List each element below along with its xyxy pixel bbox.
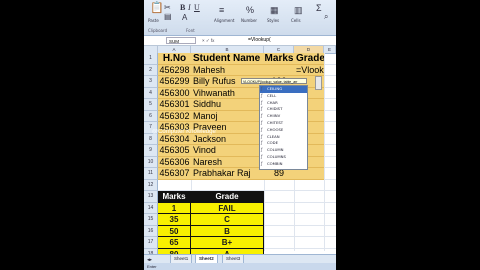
table-cell[interactable]: Siddhu <box>191 99 264 111</box>
grade-cell[interactable]: 1 <box>158 202 191 214</box>
row-header[interactable]: 15 <box>144 214 158 226</box>
table-cell[interactable]: 456301 <box>158 99 191 111</box>
row-header[interactable]: 3 <box>144 76 158 88</box>
row-header[interactable]: 4 <box>144 87 158 99</box>
table-cell[interactable]: 456305 <box>158 145 191 157</box>
function-list-item[interactable]: COLUMNS <box>260 154 307 161</box>
row-header[interactable]: 9 <box>144 145 158 157</box>
underline-icon[interactable]: U <box>194 4 200 12</box>
autosum-icon[interactable]: Σ <box>316 4 322 13</box>
alignment-button[interactable]: Alignment <box>214 18 235 23</box>
function-list-item[interactable]: CHITEST <box>260 120 307 127</box>
function-list-item[interactable]: CHAR <box>260 100 307 107</box>
select-all[interactable] <box>144 46 158 53</box>
function-list-item[interactable]: COMBIN <box>260 161 307 168</box>
function-list-item[interactable]: CHIINV <box>260 113 307 120</box>
fx-buttons[interactable]: × ✓ fx <box>202 36 234 45</box>
grade-cell[interactable]: FAIL <box>191 202 264 214</box>
row-header[interactable]: 17 <box>144 237 158 249</box>
grade-cell[interactable]: 50 <box>158 225 191 237</box>
format-painter-icon[interactable]: ▤ <box>164 13 172 21</box>
function-list-item[interactable]: CELL <box>260 93 307 100</box>
bold-icon[interactable]: B <box>180 4 185 12</box>
table-cell[interactable]: 456307 <box>158 168 191 180</box>
function-tooltip: VLOOKUP(lookup_value, table_arr <box>241 78 307 84</box>
table-cell[interactable]: Naresh <box>191 156 264 168</box>
row-header[interactable]: 11 <box>144 168 158 180</box>
table-cell[interactable]: Jackson <box>191 133 264 145</box>
table-cell[interactable]: Mahesh <box>191 64 264 76</box>
row-header[interactable]: 5 <box>144 99 158 111</box>
function-list-item[interactable]: CHOOSE <box>260 127 307 134</box>
align-icon[interactable]: ≡ <box>219 6 224 15</box>
table-cell[interactable]: 456299 <box>158 76 191 88</box>
formula-bar: SUM × ✓ fx =Vlookup( <box>144 36 336 46</box>
row-header[interactable]: 14 <box>144 202 158 214</box>
cells-icon[interactable]: ▥ <box>294 6 303 15</box>
cut-icon[interactable]: ✂ <box>164 4 171 12</box>
grade-cell[interactable]: 35 <box>158 214 191 226</box>
grade-cell[interactable]: 65 <box>158 237 191 249</box>
formula-input[interactable]: =Vlookup( <box>248 36 271 45</box>
table-cell[interactable]: =Vlookup( <box>294 64 324 76</box>
function-list-item[interactable]: CEILING <box>260 86 307 93</box>
group-clipboard: Clipboard <box>148 28 168 33</box>
styles-icon[interactable]: ▦ <box>270 6 279 15</box>
grade-cell[interactable]: C <box>191 214 264 226</box>
table-cell[interactable]: Vihwanath <box>191 87 264 99</box>
table-cell[interactable]: 456300 <box>158 87 191 99</box>
name-box[interactable]: SUM <box>166 37 196 44</box>
row-header[interactable]: 2 <box>144 64 158 76</box>
row-header[interactable]: 10 <box>144 156 158 168</box>
table-cell[interactable]: Manoj <box>191 110 264 122</box>
function-list-item[interactable]: COLUMN <box>260 147 307 154</box>
group-font: Font <box>186 28 195 33</box>
table-header-cell[interactable]: H.No <box>158 53 191 65</box>
percent-icon[interactable]: % <box>246 6 254 15</box>
column-header[interactable]: C <box>264 46 294 53</box>
row-header[interactable]: 16 <box>144 225 158 237</box>
column-header[interactable]: D <box>294 46 324 53</box>
table-cell[interactable]: 456302 <box>158 110 191 122</box>
table-cell[interactable]: 456298 <box>158 64 191 76</box>
table-cell[interactable] <box>264 64 294 76</box>
row-header[interactable]: 6 <box>144 110 158 122</box>
column-header[interactable]: E <box>324 46 336 53</box>
column-header[interactable]: A <box>158 46 191 53</box>
function-autocomplete-list[interactable]: CEILINGCELLCHARCHIDISTCHIINVCHITESTCHOOS… <box>259 85 308 170</box>
grade-header-cell[interactable]: Grade <box>191 191 264 203</box>
find-icon[interactable]: ⌕ <box>324 13 328 21</box>
ribbon: 📋 Paste ✂ ▤ B I U A ≡ Alignment % Number… <box>144 0 336 36</box>
italic-icon[interactable]: I <box>188 4 191 12</box>
table-header-cell[interactable]: Grade <box>294 53 324 65</box>
grade-cell[interactable]: B <box>191 225 264 237</box>
grade-header-cell[interactable]: Marks <box>158 191 191 203</box>
table-cell[interactable]: 456304 <box>158 133 191 145</box>
row-header[interactable]: 12 <box>144 179 158 191</box>
watermark: @Computer Knowledge <box>152 129 216 135</box>
row-header[interactable]: 13 <box>144 191 158 203</box>
gridline <box>324 53 325 251</box>
table-header-cell[interactable]: Marks <box>264 53 294 65</box>
function-list-item[interactable]: CLEAN <box>260 134 307 141</box>
table-cell[interactable]: Vinod <box>191 145 264 157</box>
paste-icon[interactable]: 📋 <box>150 3 164 14</box>
table-cell[interactable]: 456306 <box>158 156 191 168</box>
styles-button[interactable]: Styles <box>267 18 279 23</box>
active-cell-cursor <box>315 76 322 90</box>
column-header[interactable]: B <box>191 46 264 53</box>
table-header-cell[interactable]: Student Name <box>191 53 264 65</box>
function-list-item[interactable]: CHIDIST <box>260 106 307 113</box>
row-header[interactable]: 8 <box>144 133 158 145</box>
table-cell[interactable]: Prabhakar Raj <box>191 168 264 180</box>
excel-window: 📋 Paste ✂ ▤ B I U A ≡ Alignment % Number… <box>144 0 336 270</box>
font-color-icon[interactable]: A <box>182 14 187 22</box>
number-button[interactable]: Number <box>241 18 257 23</box>
paste-label: Paste <box>148 18 159 23</box>
row-header[interactable]: 1 <box>144 53 158 65</box>
cells-button[interactable]: Cells <box>291 18 301 23</box>
function-list-item[interactable]: CODE <box>260 140 307 147</box>
status-bar: Enter <box>144 263 336 270</box>
grade-cell[interactable]: B+ <box>191 237 264 249</box>
